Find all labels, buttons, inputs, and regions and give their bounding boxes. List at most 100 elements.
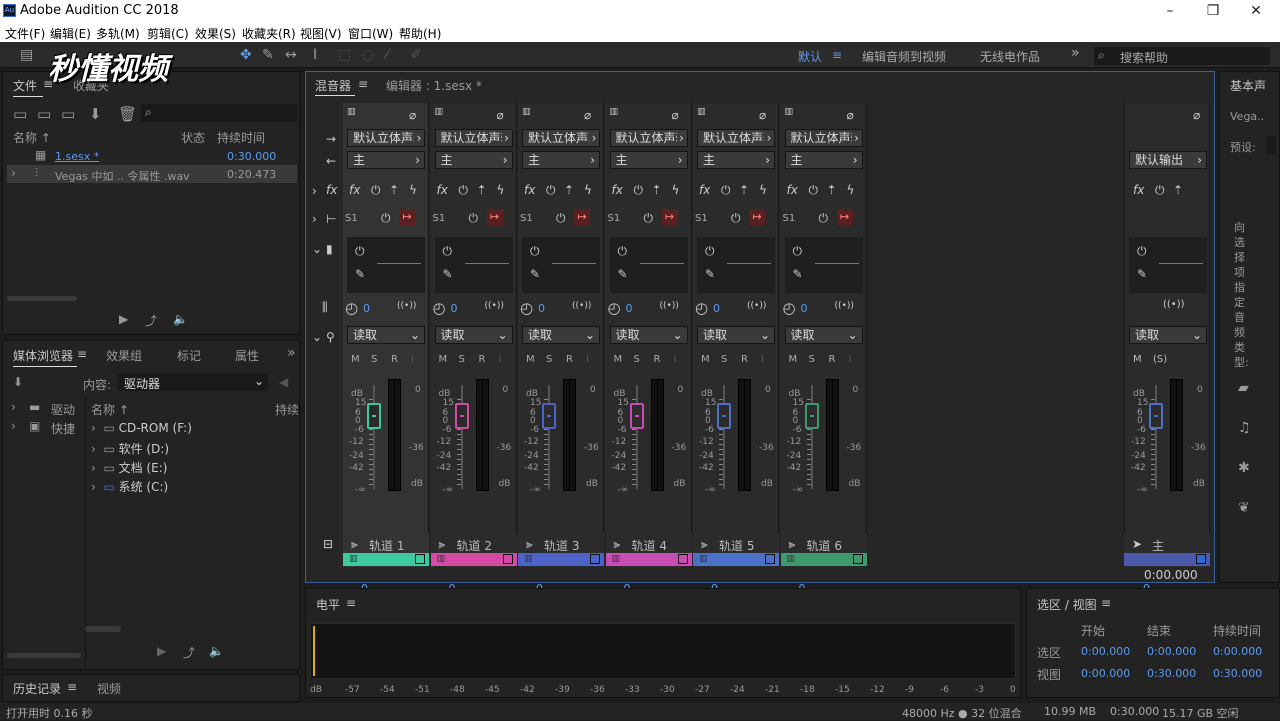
lightning-icon[interactable]: ϟ	[409, 183, 417, 197]
new-file-icon[interactable]: ▭	[61, 105, 75, 123]
menu-edit[interactable]: 编辑(E)	[50, 25, 91, 42]
power-icon[interactable]: ⏻	[809, 183, 819, 198]
selection-end[interactable]: 0:00.000	[1147, 645, 1196, 658]
record-button[interactable]: R	[829, 354, 836, 365]
import-icon[interactable]: ⬇	[13, 375, 23, 389]
music-icon[interactable]: ♫	[1238, 420, 1251, 436]
color-swatch[interactable]	[765, 554, 775, 564]
preset-select[interactable]	[1266, 136, 1276, 154]
help-search[interactable]: ⌕ 搜索帮助	[1094, 47, 1270, 65]
record-button[interactable]: R	[566, 354, 573, 365]
send-pre-post-icon[interactable]: ↦	[399, 209, 415, 225]
volume-fader[interactable]	[717, 403, 731, 429]
view-duration[interactable]: 0:30.000	[1213, 667, 1262, 680]
pan-knob-icon[interactable]: ◴	[608, 299, 621, 317]
pan-knob-icon[interactable]: ◴	[520, 299, 533, 317]
list-item[interactable]: › ▭ 系统 (C:)	[91, 478, 168, 495]
power-icon[interactable]: ⏻	[556, 211, 566, 226]
file-row[interactable]: › ⫶ Vegas 中如 .. 令属性 .wav 0:20.473	[7, 165, 297, 183]
color-swatch[interactable]	[677, 554, 688, 564]
pencil-icon[interactable]: ✎	[355, 267, 365, 281]
input-monitor-button[interactable]: I	[761, 354, 764, 365]
volume-fader[interactable]	[454, 403, 469, 429]
collapse-icon[interactable]: ⌄	[312, 242, 322, 256]
marquee-icon[interactable]: ⬚	[338, 47, 351, 63]
post-fader-icon[interactable]: ⇡	[652, 183, 662, 197]
drag-handle-icon[interactable]: ▥	[349, 554, 358, 564]
panel-menu-icon[interactable]: ≡	[358, 77, 368, 91]
eq-box[interactable]: ⏻ ✎	[697, 237, 775, 293]
record-button[interactable]: R	[479, 354, 486, 365]
workspace-menu-icon[interactable]: ≡	[832, 48, 842, 62]
menu-effects[interactable]: 效果(S)	[195, 25, 236, 42]
automation-select[interactable]: 读取 ⌄	[609, 326, 688, 344]
record-button[interactable]: R	[741, 354, 748, 365]
eq-box[interactable]: ⏻ ✎	[434, 237, 513, 293]
view-start[interactable]: 0:00.000	[1081, 667, 1130, 680]
output-select[interactable]: 主 ›	[609, 151, 688, 169]
tab-editor[interactable]: 编辑器 : 1.sesx *	[386, 77, 482, 94]
more-panels-icon[interactable]: »	[287, 345, 296, 361]
track-name[interactable]: 轨道 3	[544, 537, 579, 554]
input-select[interactable]: 默认立体声输入›	[697, 129, 775, 147]
solo-button[interactable]: S	[371, 354, 377, 365]
lasso-icon[interactable]: ◌	[362, 47, 374, 63]
solo-button[interactable]: S	[634, 354, 640, 365]
post-fader-icon[interactable]: ⇡	[739, 183, 749, 197]
output-select[interactable]: 主 ›	[784, 151, 863, 169]
eq-box[interactable]: ⏻ ✎	[609, 237, 688, 293]
phase-icon[interactable]: ⌀	[672, 108, 679, 122]
automation-select[interactable]: 读取 ⌄	[522, 326, 600, 344]
output-select[interactable]: 主 ›	[347, 151, 425, 169]
loop-icon[interactable]: ⤴	[183, 644, 195, 661]
menu-file[interactable]: 文件(F)	[5, 25, 45, 42]
track-color-bar[interactable]: ▥	[518, 553, 604, 566]
workspace-radio[interactable]: 无线电作品	[980, 48, 1040, 65]
color-swatch[interactable]	[415, 554, 425, 564]
power-icon[interactable]: ⏻	[634, 183, 644, 198]
pencil-icon[interactable]: ✎	[618, 267, 628, 281]
mute-button[interactable]: M	[614, 354, 623, 365]
power-icon[interactable]: ⏻	[443, 244, 453, 259]
color-swatch[interactable]	[502, 554, 513, 564]
pan-value[interactable]: 0	[626, 302, 633, 315]
power-icon[interactable]: ⏻	[546, 183, 556, 198]
fx-icon[interactable]: fx	[787, 183, 798, 197]
pan-value[interactable]: 0	[451, 302, 458, 315]
workspace-edit-video[interactable]: 编辑音频到视频	[862, 48, 946, 65]
power-icon[interactable]: ⏻	[721, 183, 731, 198]
drag-handle-icon[interactable]: ▥	[787, 554, 796, 564]
output-select[interactable]: 主 ›	[697, 151, 775, 169]
automation-select[interactable]: 读取 ⌄	[347, 326, 425, 344]
input-select[interactable]: 默认立体声输入›	[609, 129, 688, 147]
post-fader-icon[interactable]: ⇡	[1173, 183, 1183, 197]
send-pre-post-icon[interactable]: ↦	[574, 209, 590, 225]
drag-handle-icon[interactable]: ▥	[699, 554, 708, 564]
phase-icon[interactable]: ⌀	[1193, 108, 1200, 122]
track-color-bar[interactable]: ▥	[430, 553, 517, 566]
menu-multitrack[interactable]: 多轨(M)	[96, 25, 140, 42]
brush-icon[interactable]: ⁄	[386, 47, 388, 63]
scrollbar[interactable]	[7, 653, 81, 658]
input-select[interactable]: 默认立体声输入›	[522, 129, 600, 147]
tab-video[interactable]: 视频	[97, 680, 121, 697]
menu-window[interactable]: 窗口(W)	[348, 25, 393, 42]
expand-icon[interactable]: ›	[11, 419, 16, 433]
pencil-icon[interactable]: ✎	[530, 267, 540, 281]
send-pre-post-icon[interactable]: ↦	[749, 209, 765, 225]
power-icon[interactable]: ⏻	[371, 183, 381, 198]
volume-fader[interactable]	[1149, 403, 1163, 429]
scrollbar[interactable]	[7, 296, 77, 301]
panel-menu-icon[interactable]: ≡	[67, 680, 77, 694]
mute-button[interactable]: M	[789, 354, 798, 365]
files-search-input[interactable]: ⌕	[141, 104, 297, 122]
phase-icon[interactable]: ⌀	[759, 108, 766, 122]
lightning-icon[interactable]: ϟ	[672, 183, 680, 197]
save-icon[interactable]: ⬇	[89, 105, 102, 123]
master-color-bar[interactable]	[1124, 553, 1210, 566]
pencil-icon[interactable]: ✎	[443, 267, 453, 281]
track-name[interactable]: 轨道 2	[457, 537, 492, 554]
waveform-view-icon[interactable]: ▤	[20, 47, 33, 63]
sfx-icon[interactable]: ✱	[1238, 460, 1250, 476]
drag-handle-icon[interactable]: ▥	[697, 107, 706, 117]
